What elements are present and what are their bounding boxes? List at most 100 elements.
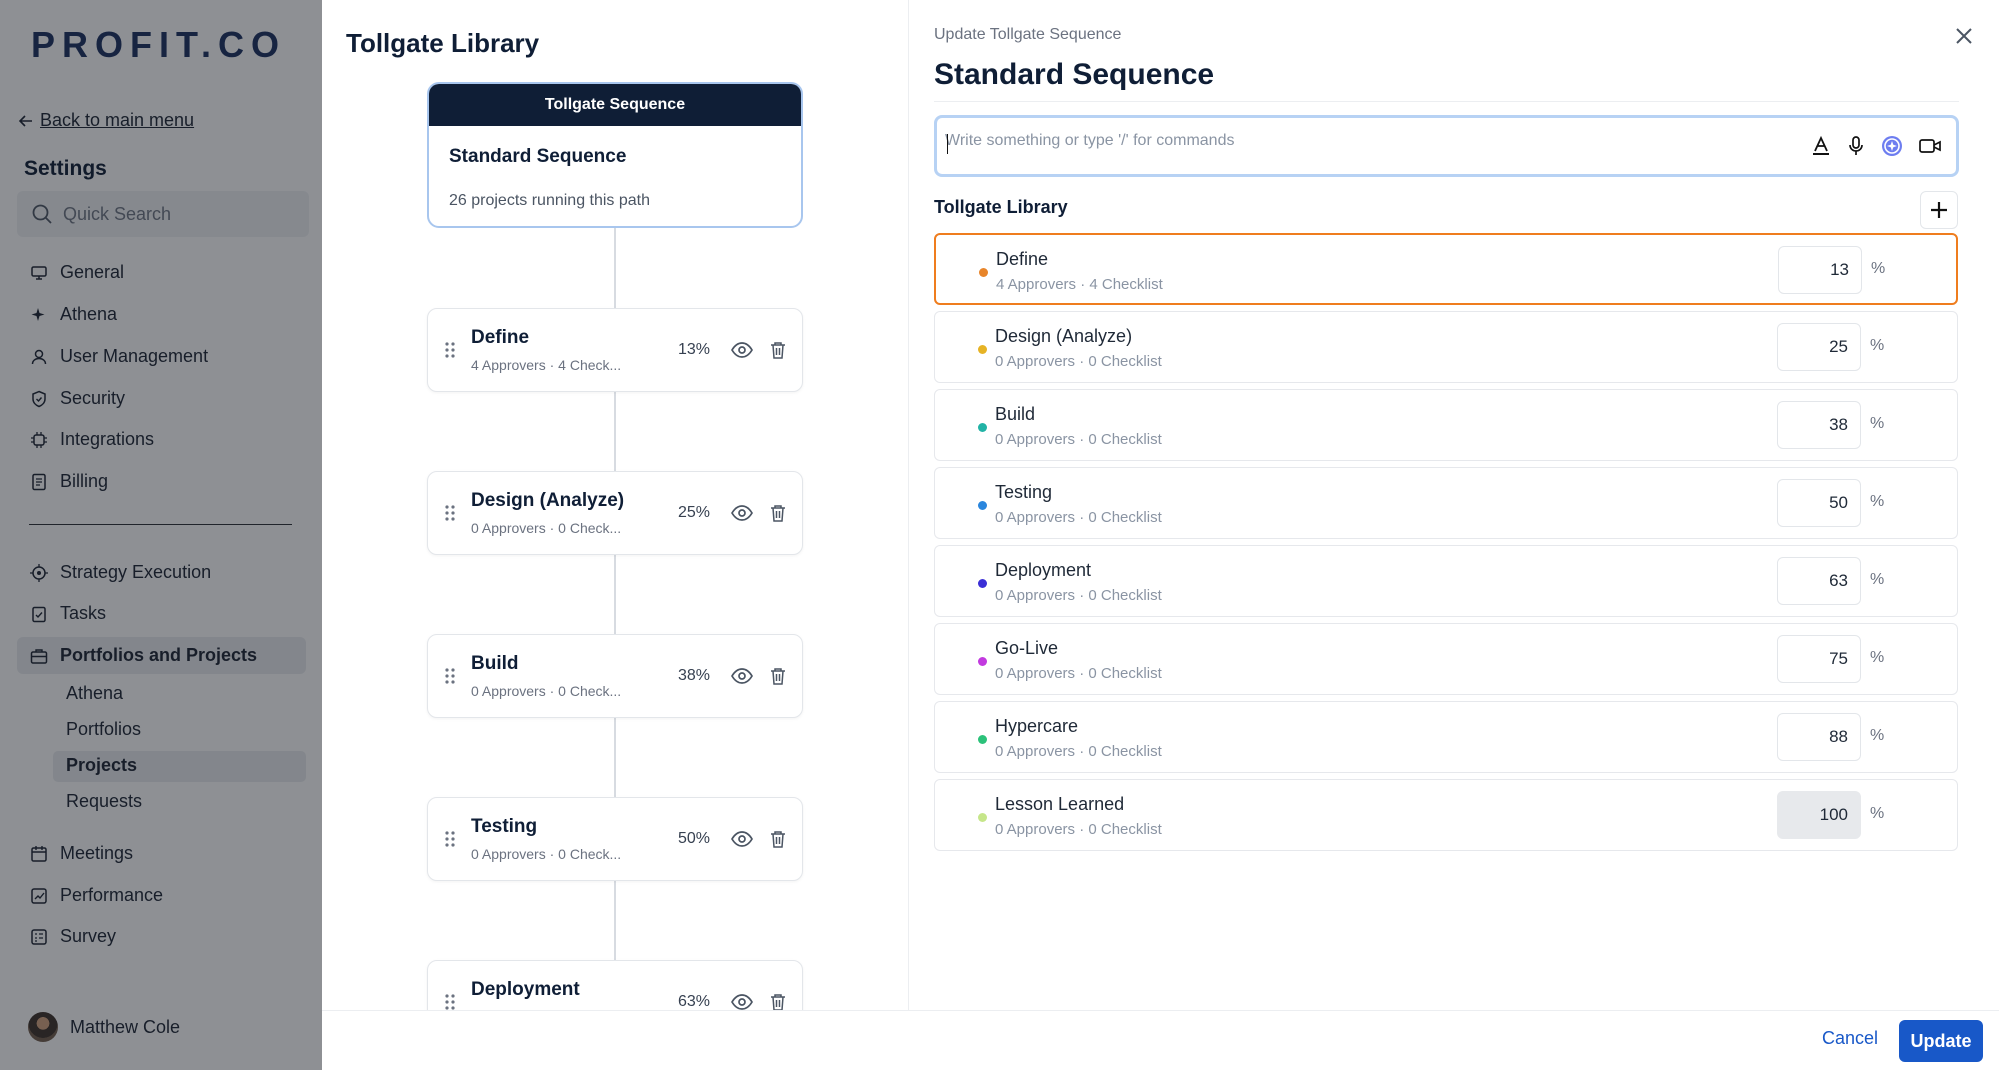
step-name: Design (Analyze)	[471, 490, 625, 511]
tollgate-row[interactable]: Testing 0 Approvers · 0 Checklist 50%	[934, 467, 1958, 539]
eye-icon[interactable]	[730, 340, 754, 365]
sidebar-item-label: Meetings	[60, 843, 134, 863]
percent-input[interactable]: 13	[1778, 246, 1862, 294]
eye-icon[interactable]	[730, 503, 754, 528]
avatar	[28, 1012, 58, 1042]
tollgate-meta: 0 Approvers · 0 Checklist	[995, 431, 1162, 448]
quick-search-input[interactable]: Quick Search	[17, 191, 309, 237]
video-icon[interactable]	[1918, 136, 1942, 161]
trash-icon[interactable]	[769, 340, 787, 365]
status-dot-icon	[978, 579, 987, 588]
sidebar-item-general[interactable]: General	[30, 262, 124, 283]
percent-unit: %	[1870, 649, 1885, 666]
search-placeholder: Quick Search	[63, 203, 172, 224]
settings-title: Settings	[24, 157, 107, 180]
sidebar-item-user-management[interactable]: User Management	[30, 346, 208, 367]
search-icon	[32, 204, 52, 224]
sidebar-item-billing[interactable]: Billing	[30, 471, 108, 492]
step-card-testing[interactable]: Testing 0 Approvers · 0 Check... 50%	[427, 797, 803, 881]
description-input[interactable]	[945, 132, 1785, 150]
tollgate-meta: 4 Approvers · 4 Checklist	[996, 276, 1163, 293]
ai-assistant-icon[interactable]	[1880, 134, 1904, 163]
back-link-label: Back to main menu	[40, 110, 195, 130]
trash-icon[interactable]	[769, 666, 787, 691]
step-percent: 63%	[678, 993, 711, 1010]
trash-icon[interactable]	[769, 503, 787, 528]
percent-input[interactable]: 50	[1777, 479, 1861, 527]
chart-icon	[30, 887, 48, 905]
trash-icon[interactable]	[769, 829, 787, 854]
tollgate-meta: 0 Approvers · 0 Checklist	[995, 821, 1162, 838]
percent-input[interactable]: 63	[1777, 557, 1861, 605]
user-name: Matthew Cole	[70, 1016, 181, 1037]
sidebar-item-meetings[interactable]: Meetings	[30, 843, 133, 864]
sidebar-subitem-requests[interactable]: Requests	[66, 791, 142, 812]
tollgate-name: Build	[995, 404, 1036, 424]
eye-icon[interactable]	[730, 992, 754, 1010]
sidebar-item-integrations[interactable]: Integrations	[30, 429, 154, 450]
step-name: Build	[471, 653, 519, 674]
tollgate-row[interactable]: Design (Analyze) 0 Approvers · 0 Checklis…	[934, 311, 1958, 383]
percent-unit: %	[1870, 493, 1885, 510]
step-card-deployment[interactable]: Deployment 63%	[427, 960, 803, 1010]
drag-handle-icon[interactable]	[444, 992, 456, 1010]
tollgate-row[interactable]: Deployment 0 Approvers · 0 Checklist 63%	[934, 545, 1958, 617]
sidebar-item-label: Athena	[60, 304, 118, 324]
sidebar-subitem-athena[interactable]: Athena	[66, 683, 123, 704]
tollgate-row[interactable]: Build 0 Approvers · 0 Checklist 38%	[934, 389, 1958, 461]
back-to-main-menu-link[interactable]: Back to main menu	[18, 110, 194, 131]
microphone-icon[interactable]	[1846, 135, 1866, 162]
tollgate-meta: 0 Approvers · 0 Checklist	[995, 665, 1162, 682]
status-dot-icon	[978, 657, 987, 666]
sidebar-item-strategy-execution[interactable]: Strategy Execution	[30, 562, 211, 583]
percent-input[interactable]: 88	[1777, 713, 1861, 761]
drag-handle-icon[interactable]	[444, 666, 456, 691]
text-format-icon[interactable]	[1810, 135, 1832, 162]
step-percent: 50%	[678, 830, 711, 847]
sidebar-item-tasks[interactable]: Tasks	[30, 603, 106, 624]
sidebar-item-portfolios-and-projects[interactable]: Portfolios and Projects	[30, 645, 257, 666]
sidebar-item-security[interactable]: Security	[30, 388, 125, 409]
sidebar-item-label: Security	[60, 388, 126, 408]
sidebar-subitem-portfolios[interactable]: Portfolios	[66, 719, 141, 740]
calendar-icon	[30, 845, 48, 863]
sidebar-subitem-projects[interactable]: Projects	[66, 755, 137, 776]
eye-icon[interactable]	[730, 829, 754, 854]
eye-icon[interactable]	[730, 666, 754, 691]
tollgate-library-heading: Tollgate Library	[934, 197, 1068, 217]
sidebar-item-survey[interactable]: Survey	[30, 926, 116, 947]
sidebar-item-performance[interactable]: Performance	[30, 885, 163, 906]
drag-handle-icon[interactable]	[444, 503, 456, 528]
update-button[interactable]: Update	[1899, 1020, 1983, 1062]
add-tollgate-button[interactable]	[1920, 191, 1958, 229]
step-card-design-analyze[interactable]: Design (Analyze) 0 Approvers · 0 Check..…	[427, 471, 803, 555]
tollgate-row[interactable]: Hypercare 0 Approvers · 0 Checklist 88%	[934, 701, 1958, 773]
drag-handle-icon[interactable]	[444, 829, 456, 854]
percent-input[interactable]: 25	[1777, 323, 1861, 371]
sequence-connector	[614, 554, 616, 634]
percent-input[interactable]: 75	[1777, 635, 1861, 683]
close-button[interactable]	[1952, 24, 1976, 48]
tollgate-row[interactable]: Define 4 Approvers · 4 Checklist 13%	[934, 233, 1958, 305]
trash-icon[interactable]	[769, 992, 787, 1010]
drag-handle-icon[interactable]	[444, 340, 456, 365]
user-profile[interactable]: Matthew Cole	[28, 1012, 180, 1042]
tollgate-meta: 0 Approvers · 0 Checklist	[995, 353, 1162, 370]
step-card-build[interactable]: Build 0 Approvers · 0 Check... 38%	[427, 634, 803, 718]
cancel-button[interactable]: Cancel	[1822, 1028, 1878, 1049]
shield-icon	[30, 390, 48, 408]
tollgate-row[interactable]: Go-Live 0 Approvers · 0 Checklist 75%	[934, 623, 1958, 695]
description-editor[interactable]	[934, 115, 1959, 177]
percent-input: 100	[1777, 791, 1861, 839]
percent-unit: %	[1870, 337, 1885, 354]
sequence-connector	[614, 391, 616, 471]
tollgate-row[interactable]: Lesson Learned 0 Approvers · 0 Checklist 1…	[934, 779, 1958, 851]
step-percent: 25%	[678, 504, 711, 521]
step-card-define[interactable]: Define 4 Approvers · 4 Check... 13%	[427, 308, 803, 392]
tollgate-name: Lesson Learned	[995, 794, 1125, 814]
percent-input[interactable]: 38	[1777, 401, 1861, 449]
sidebar-item-label: Performance	[60, 885, 164, 905]
tollgate-name: Deployment	[995, 560, 1092, 580]
sidebar-item-athena[interactable]: Athena	[30, 304, 117, 325]
sequence-card[interactable]: Tollgate Sequence Standard Sequence 26 p…	[427, 82, 803, 228]
